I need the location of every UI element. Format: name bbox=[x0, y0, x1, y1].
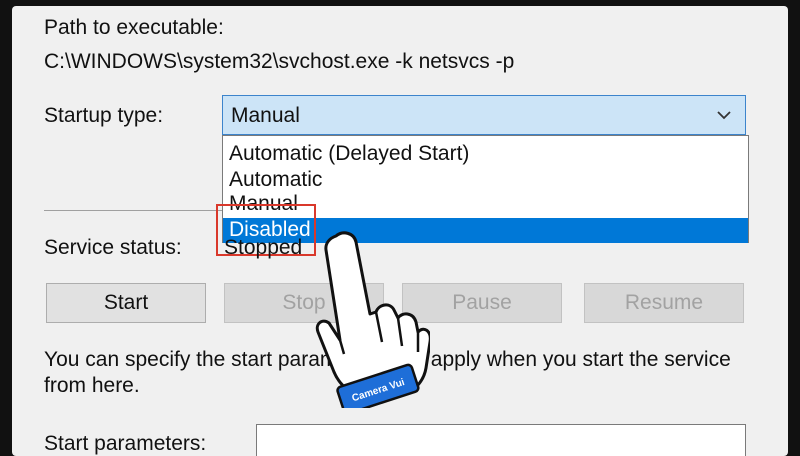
chevron-down-icon bbox=[717, 111, 731, 120]
service-status-label: Service status: bbox=[44, 236, 182, 259]
option-automatic[interactable]: Automatic bbox=[223, 168, 748, 193]
info-text-line2: from here. bbox=[44, 374, 140, 397]
startup-type-select[interactable]: Manual bbox=[222, 95, 746, 135]
startup-type-value: Manual bbox=[231, 104, 300, 127]
startup-type-label: Startup type: bbox=[44, 104, 164, 127]
start-parameters-label: Start parameters: bbox=[44, 432, 207, 455]
service-properties-panel: Path to executable: C:\WINDOWS\system32\… bbox=[12, 6, 788, 456]
start-button[interactable]: Start bbox=[46, 283, 206, 323]
hand-pointer-icon: Camera Vui bbox=[315, 231, 430, 408]
service-status-value: Stopped bbox=[224, 236, 303, 259]
option-automatic-delayed[interactable]: Automatic (Delayed Start) bbox=[223, 142, 748, 167]
section-divider bbox=[44, 210, 224, 211]
resume-button[interactable]: Resume bbox=[584, 283, 744, 323]
start-parameters-input[interactable] bbox=[256, 424, 746, 456]
path-label: Path to executable: bbox=[44, 16, 224, 39]
path-value: C:\WINDOWS\system32\svchost.exe -k netsv… bbox=[44, 50, 515, 73]
